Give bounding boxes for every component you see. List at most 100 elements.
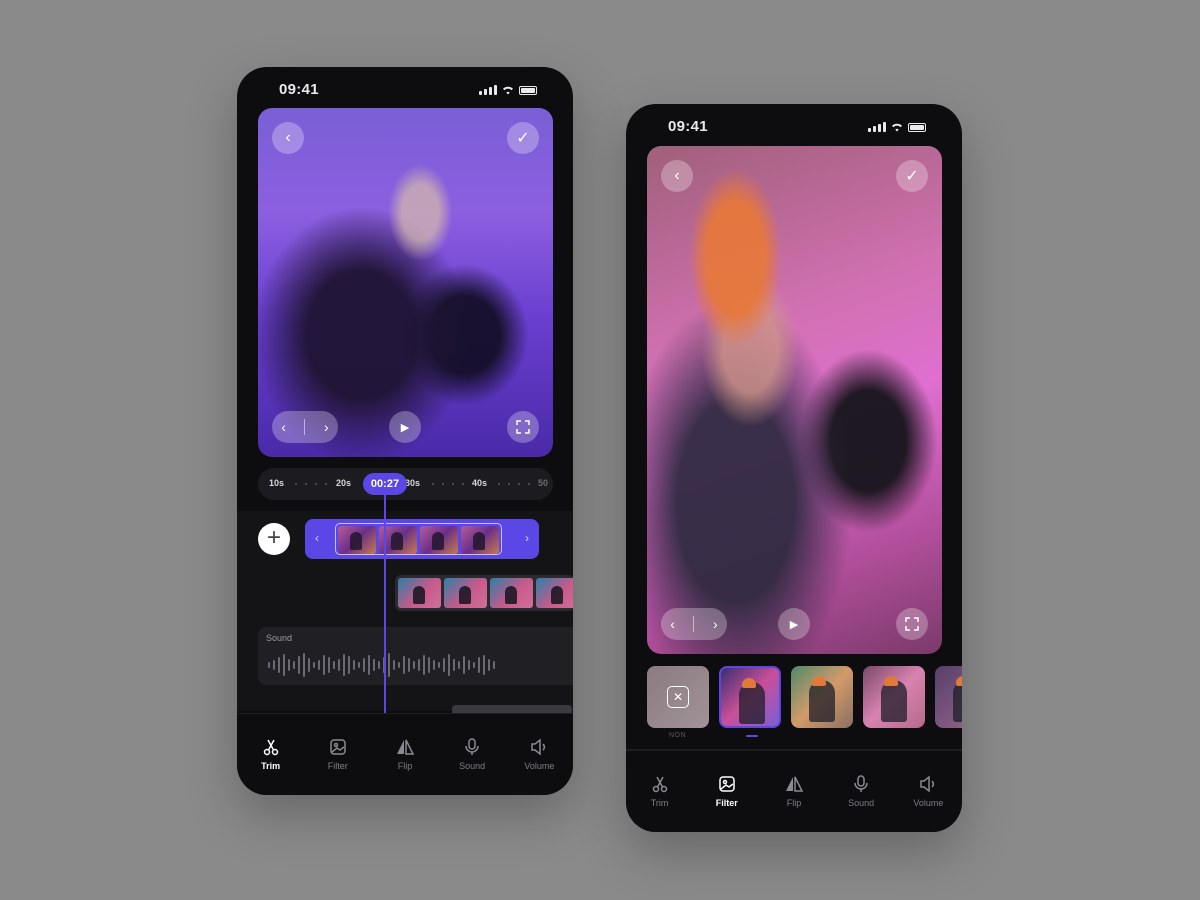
playhead-time[interactable]: 00:27 [363, 473, 407, 495]
trim-left-handle[interactable]: ‹ [315, 531, 319, 545]
ruler-tick: 30s [405, 478, 421, 488]
sound-track[interactable]: Sound [258, 627, 573, 685]
sound-track-label: Sound [266, 633, 293, 643]
fullscreen-icon [905, 617, 919, 631]
check-icon: ✓ [905, 168, 919, 185]
confirm-button[interactable]: ✓ [896, 160, 928, 192]
status-bar: 09:41 [237, 79, 573, 101]
plus-icon: + [266, 524, 281, 551]
clip-thumbnails [335, 523, 502, 555]
frame-step-control: ‹ › [272, 411, 338, 443]
tab-label: Flip [786, 798, 802, 808]
tab-flip[interactable]: Flip [764, 773, 824, 832]
microphone-icon [854, 775, 868, 792]
microphone-icon [465, 738, 479, 755]
ruler-tick: 20s [336, 478, 352, 488]
filter-none-label: NON [669, 732, 687, 739]
filter-option-selected[interactable] [719, 666, 781, 728]
ruler-tick: 50 [538, 478, 549, 488]
frame-step-control: ‹ › [661, 608, 727, 640]
play-icon: ▶ [789, 618, 799, 631]
wifi-icon [502, 85, 514, 95]
battery-icon [908, 122, 926, 132]
signal-icon [868, 122, 886, 132]
play-button[interactable]: ▶ [778, 608, 810, 640]
status-time: 09:41 [279, 81, 319, 98]
filter-strip: ✕ [647, 666, 962, 728]
tab-trim[interactable]: Trim [241, 736, 301, 795]
image-icon [330, 739, 346, 755]
tab-label: Volume [524, 761, 555, 771]
speaker-icon [920, 775, 935, 793]
next-frame-button[interactable]: › [324, 419, 329, 435]
tab-label: Volume [913, 798, 944, 808]
scissors-icon [652, 776, 667, 793]
wifi-icon [891, 122, 903, 132]
ruler-tick: 40s [472, 478, 488, 488]
filter-option[interactable] [791, 666, 853, 728]
filter-option[interactable] [863, 666, 925, 728]
tab-label: Flip [397, 761, 413, 771]
tab-label: Filter [327, 761, 348, 771]
previous-frame-button[interactable]: ‹ [670, 616, 675, 632]
fullscreen-button[interactable] [507, 411, 539, 443]
bottom-clip[interactable] [452, 705, 572, 713]
clip-thumbnail [338, 526, 376, 554]
clip-thumbnail [461, 526, 499, 554]
image-icon [719, 776, 735, 792]
next-frame-button[interactable]: › [713, 616, 718, 632]
bottom-tab-bar: Trim Filter Flip Sound Volume [626, 750, 962, 832]
selected-clip[interactable]: ‹ › [305, 519, 539, 559]
waveform [268, 653, 495, 677]
tab-label: Filter [715, 798, 738, 808]
speaker-icon [531, 738, 546, 756]
fullscreen-button[interactable] [896, 608, 928, 640]
video-preview: ‹ ✓ ‹ › ▶ [647, 146, 942, 654]
play-icon: ▶ [400, 421, 410, 434]
back-button[interactable]: ‹ [272, 122, 304, 154]
confirm-button[interactable]: ✓ [507, 122, 539, 154]
tab-label: Sound [459, 761, 486, 771]
tab-filter[interactable]: Filter [697, 773, 757, 832]
clip-thumbnail [398, 578, 441, 608]
tab-filter[interactable]: Filter [308, 736, 368, 795]
fullscreen-icon [516, 420, 530, 434]
playhead[interactable] [384, 495, 386, 713]
tab-label: Sound [848, 798, 875, 808]
ruler-tick: 10s [269, 478, 285, 488]
tab-volume[interactable]: Volume [898, 773, 958, 832]
previous-frame-button[interactable]: ‹ [281, 419, 286, 435]
trim-right-handle[interactable]: › [525, 531, 529, 545]
phone-filter-screen: 09:41 ‹ ✓ ‹ › ▶ ✕ NON Trim Filter Flip S… [626, 104, 962, 832]
scissors-icon [263, 739, 278, 756]
tab-label: Trim [261, 761, 281, 771]
tab-trim[interactable]: Trim [630, 773, 690, 832]
tab-volume[interactable]: Volume [509, 736, 569, 795]
clip-thumbnail [536, 578, 573, 608]
secondary-clip[interactable] [395, 575, 573, 611]
tab-sound[interactable]: Sound [831, 773, 891, 832]
check-icon: ✓ [516, 130, 530, 147]
phone-trim-screen: 09:41 ‹ ✓ ‹ › ▶ 10s 20s 30s 40s 50 + ‹ ›… [237, 67, 573, 795]
flip-icon [785, 776, 804, 792]
clip-thumbnail [490, 578, 533, 608]
add-clip-button[interactable]: + [258, 523, 290, 555]
filter-option[interactable] [935, 666, 962, 728]
chevron-left-icon: ‹ [285, 129, 291, 146]
chevron-left-icon: ‹ [674, 167, 680, 184]
status-time: 09:41 [668, 118, 708, 135]
close-icon: ✕ [667, 686, 689, 708]
battery-icon [519, 85, 537, 95]
tab-flip[interactable]: Flip [375, 736, 435, 795]
flip-icon [396, 739, 415, 755]
play-button[interactable]: ▶ [389, 411, 421, 443]
clip-thumbnail [420, 526, 458, 554]
bottom-tab-bar: Trim Filter Flip Sound Volume [237, 713, 573, 795]
tab-label: Trim [650, 798, 669, 808]
signal-icon [479, 85, 497, 95]
tab-sound[interactable]: Sound [442, 736, 502, 795]
video-preview: ‹ ✓ ‹ › ▶ [258, 108, 553, 457]
status-bar: 09:41 [626, 116, 962, 138]
filter-none[interactable]: ✕ [647, 666, 709, 728]
back-button[interactable]: ‹ [661, 160, 693, 192]
